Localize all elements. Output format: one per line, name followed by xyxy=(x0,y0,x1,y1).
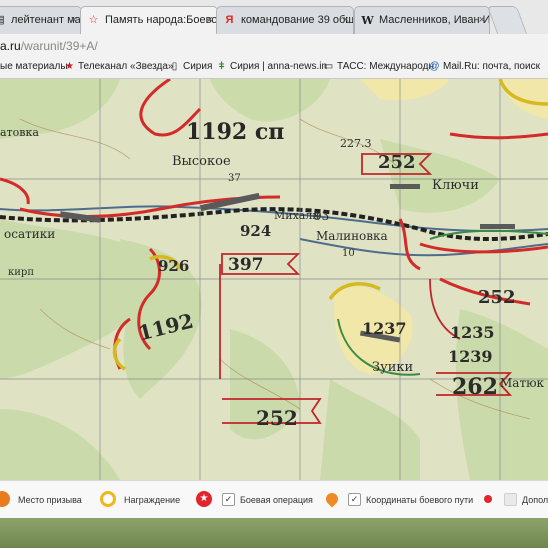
map-label: 924 xyxy=(240,222,272,240)
bookmark-label: ТАСС: Международн xyxy=(337,61,434,72)
map-label: атовка xyxy=(0,126,39,139)
close-icon[interactable]: × xyxy=(71,7,77,33)
bookmark-mail[interactable]: @ Mail.Ru: почта, поиск xyxy=(429,61,540,72)
map-label: 1239 xyxy=(448,347,493,366)
page-icon: ▯ xyxy=(171,61,178,72)
extra-checkbox[interactable] xyxy=(504,493,517,506)
pin-icon[interactable] xyxy=(0,491,10,507)
map-label: кирп xyxy=(8,267,34,278)
map-label: 252 xyxy=(378,152,416,173)
bookmark-label: Сирия | anna-news.in xyxy=(230,61,328,72)
bookmarks-bar: ые материалы ★ Телеканал «Звезда» ▯ Сирия … xyxy=(0,58,548,79)
map-legend-toolbar: Место призыва Награждение ★ ✓ Боевая опе… xyxy=(0,480,548,519)
legend-award[interactable]: Награждение xyxy=(124,491,180,509)
map-label: 397 xyxy=(228,255,264,275)
map-label: 1237 xyxy=(362,319,407,338)
document-icon: ▤ xyxy=(0,14,6,27)
map-label: Матюк xyxy=(500,376,545,390)
star-icon: ☆ xyxy=(88,14,99,26)
tab-label: командование 39 общ xyxy=(241,14,354,26)
tab-bar: ▤ лейтенант масс × ☆ Память народа:Боево… xyxy=(0,0,548,35)
bookmark-label: Телеканал «Звезда» xyxy=(78,61,174,72)
bookmark-anna-news[interactable]: ǂ Сирия | anna-news.in xyxy=(216,61,327,72)
map-label: 926 xyxy=(158,257,190,275)
mail-icon: @ xyxy=(429,61,440,72)
close-icon[interactable]: × xyxy=(343,7,349,33)
yandex-icon: Я xyxy=(225,14,234,26)
bookmark-label: Mail.Ru: почта, поиск xyxy=(443,61,540,72)
desktop-background xyxy=(0,518,548,548)
tab-label: Память народа:Боевой xyxy=(105,14,218,26)
tass-icon: ▭ xyxy=(323,61,334,72)
tab-wikipedia[interactable]: W Масленников, Иван Ив × xyxy=(354,6,490,34)
tab-label: Масленников, Иван Ив xyxy=(379,14,490,26)
battle-path-checkbox[interactable]: ✓ xyxy=(348,493,361,506)
map-view[interactable]: атовка 1192 сп Высокое 252 Ключи 227.3 3… xyxy=(0,79,548,480)
legend-conscription-place[interactable]: Место призыва xyxy=(18,491,82,509)
legend-battle-operation[interactable]: Боевая операция xyxy=(240,491,313,509)
battle-operation-checkbox[interactable]: ✓ xyxy=(222,493,235,506)
award-icon[interactable] xyxy=(100,491,116,507)
new-tab-button[interactable] xyxy=(486,6,528,34)
extra-icon[interactable] xyxy=(484,495,492,503)
close-icon[interactable]: × xyxy=(479,7,485,33)
legend-additional[interactable]: Дополн xyxy=(522,491,548,509)
map-label: осатики xyxy=(4,227,56,241)
bookmark-materials[interactable]: ые материалы xyxy=(0,61,68,72)
map-label: 227.3 xyxy=(340,137,372,150)
map-label: Высокое xyxy=(172,154,231,169)
map-label: 37 xyxy=(228,173,241,184)
map-label: 252 xyxy=(256,406,298,430)
bookmark-zvezda[interactable]: ★ Телеканал «Звезда» xyxy=(64,61,174,72)
battle-star-icon[interactable]: ★ xyxy=(196,491,212,507)
map-label: Михали xyxy=(274,209,320,222)
location-icon[interactable] xyxy=(323,490,341,508)
map-label: 262 xyxy=(452,374,498,400)
map-label: 252 xyxy=(478,287,516,308)
star-icon: ★ xyxy=(65,61,74,72)
tab-lieutenant[interactable]: ▤ лейтенант масс × xyxy=(0,6,82,34)
map-label: 93 xyxy=(314,209,330,223)
map-label: Ключи xyxy=(432,178,479,193)
legend-battle-path-coordinates[interactable]: Координаты боевого пути xyxy=(366,491,473,509)
url-path: /warunit/39+A/ xyxy=(20,39,98,53)
anna-icon: ǂ xyxy=(218,61,225,72)
map-label: Малиновка xyxy=(316,229,388,243)
url-text[interactable]: a.ru/warunit/39+A/ xyxy=(0,39,98,53)
map-label: 1192 сп xyxy=(186,119,285,145)
bookmark-label: Сирия xyxy=(183,61,213,72)
bookmark-syria[interactable]: ▯ Сирия xyxy=(169,61,213,72)
map-label: 10 xyxy=(342,248,355,259)
url-host: a.ru xyxy=(0,39,21,53)
tab-pamyat-naroda[interactable]: ☆ Память народа:Боевой × xyxy=(80,6,218,34)
bookmark-label: ые материалы xyxy=(0,61,68,72)
bookmark-tass[interactable]: ▭ ТАСС: Международн xyxy=(323,61,434,72)
address-bar[interactable]: a.ru/warunit/39+A/ xyxy=(0,34,548,59)
map-label: Зуики xyxy=(372,360,414,375)
close-icon[interactable]: × xyxy=(207,7,213,33)
tab-yandex[interactable]: Я командование 39 общ × xyxy=(216,6,354,34)
map-label: 1235 xyxy=(450,323,495,342)
wikipedia-icon: W xyxy=(361,14,374,27)
